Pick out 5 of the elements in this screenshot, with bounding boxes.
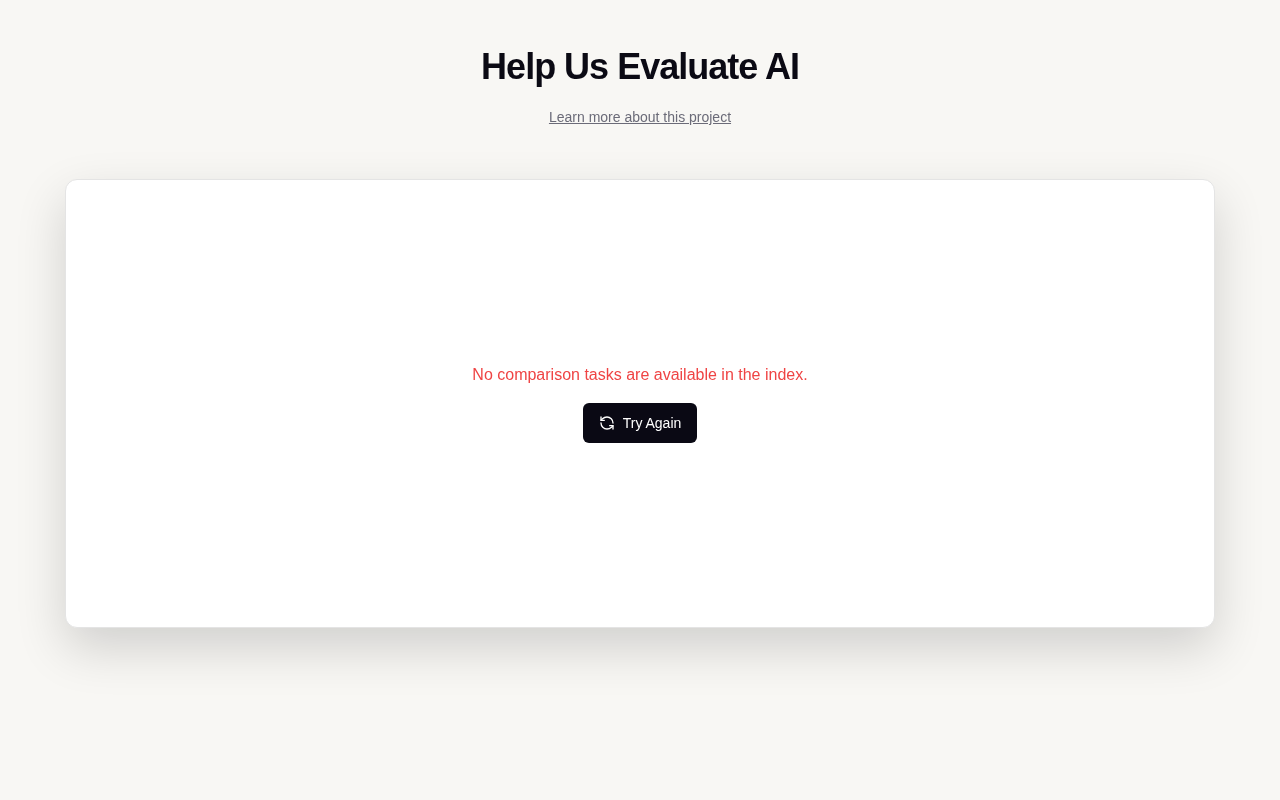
- page-title: Help Us Evaluate AI: [481, 46, 799, 88]
- try-again-button[interactable]: Try Again: [582, 402, 698, 443]
- error-message: No comparison tasks are available in the index.: [472, 364, 808, 385]
- refresh-icon: [598, 414, 615, 431]
- learn-more-link[interactable]: Learn more about this project: [548, 108, 732, 126]
